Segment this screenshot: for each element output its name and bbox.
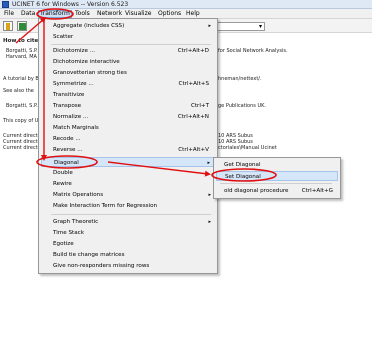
menu-item-recode[interactable]: Recode ... — [41, 134, 215, 144]
menu-item-label: Match Marginals — [53, 125, 99, 131]
menu-item-reverse[interactable]: Reverse ... Ctrl+Alt+V — [41, 145, 215, 155]
menu-item-match-marginals[interactable]: Match Marginals — [41, 123, 215, 133]
menu-item-label: Transpose — [53, 103, 82, 109]
menu-item-dichotomize[interactable]: Dichotomize ... Ctrl+Alt+D — [41, 46, 215, 56]
log-line: See also the — [3, 88, 34, 94]
log-line: A tutorial by B — [3, 76, 39, 82]
menu-item-label: Get Diagonal — [224, 162, 261, 168]
submenu-arrow-icon: ▸ — [208, 192, 211, 198]
menu-item-label: Make Interaction Term for Regression — [53, 203, 158, 209]
menu-item-label: Scatter — [53, 34, 74, 40]
menu-item-diagonal[interactable]: Diagonal ▸ — [41, 157, 215, 167]
menu-shortcut: Ctrl+Alt+G — [301, 188, 333, 194]
menu-shortcut: Ctrl+T — [190, 103, 209, 109]
log-line: Current directo — [3, 145, 41, 151]
log-line: This copy of U — [3, 118, 39, 124]
menu-item-label: old diagonal procedure — [224, 188, 289, 194]
menu-item-label: Aggregate (includes CSS) — [53, 23, 125, 29]
menu-item-label: Dichotomize ... — [53, 48, 96, 54]
menu-visualize[interactable]: Visualize — [124, 10, 152, 18]
menu-shortcut: Ctrl+Alt+S — [178, 81, 209, 87]
menu-item-transpose[interactable]: Transpose Ctrl+T — [41, 101, 215, 111]
open-file-icon[interactable] — [3, 21, 13, 31]
menu-shortcut: Ctrl+Alt+N — [177, 114, 209, 120]
title-bar: UCINET 6 for Windows -- Version 6.523 — [0, 0, 372, 9]
menu-item-non-responders[interactable]: Give non-responders missing rows — [41, 261, 215, 271]
menu-file[interactable]: File — [3, 10, 15, 18]
menu-item-label: Graph Theoretic — [53, 219, 99, 225]
menu-item-label: Diagonal — [54, 160, 79, 166]
menu-data[interactable]: Data — [20, 10, 36, 18]
menu-item-matrix-operations[interactable]: Matrix Operations ▸ — [41, 190, 215, 200]
menu-item-symmetrize[interactable]: Symmetrize ... Ctrl+Alt+S — [41, 79, 215, 89]
menu-item-label: Transitivize — [53, 92, 85, 98]
menu-item-interaction-term[interactable]: Make Interaction Term for Regression — [41, 201, 215, 211]
log-line: Harvard, MA — [6, 54, 37, 60]
menu-tools[interactable]: Tools — [74, 10, 91, 18]
submenu-arrow-icon: ▸ — [208, 219, 211, 225]
menu-item-set-diagonal[interactable]: Set Diagonal — [216, 171, 338, 181]
menu-item-transitivize[interactable]: Transitivize — [41, 90, 215, 100]
chevron-down-icon[interactable]: ▾ — [259, 24, 262, 30]
log-line: hneman/nettext/. — [218, 76, 262, 82]
menu-separator — [51, 44, 211, 45]
ucinet-window: UCINET 6 for Windows -- Version 6.523 Fi… — [0, 0, 372, 352]
menu-item-label: Rewire — [53, 181, 72, 187]
menu-item-label: Give non-responders missing rows — [53, 263, 150, 269]
menu-item-label: Double — [53, 170, 73, 176]
menu-item-get-diagonal[interactable]: Get Diagonal — [216, 160, 338, 170]
menu-item-build-tie-change[interactable]: Build tie change matrices — [41, 250, 215, 260]
diagonal-submenu: Get Diagonal Set Diagonal old diagonal p… — [213, 157, 341, 199]
menu-item-label: Set Diagonal — [225, 174, 261, 180]
menu-item-scatter[interactable]: Scatter — [41, 32, 215, 42]
menu-item-label: Normalize ... — [53, 114, 89, 120]
menu-shortcut: Ctrl+Alt+V — [178, 147, 209, 153]
menu-item-old-diagonal[interactable]: old diagonal procedure Ctrl+Alt+G — [216, 186, 338, 196]
menu-options[interactable]: Options — [157, 10, 182, 18]
window-title: UCINET 6 for Windows -- Version 6.523 — [12, 1, 129, 8]
menu-item-rewire[interactable]: Rewire — [41, 179, 215, 189]
menu-help[interactable]: Help — [185, 10, 201, 18]
menu-item-label: Build tie change matrices — [53, 252, 125, 258]
menu-item-label: Symmetrize ... — [53, 81, 94, 87]
menu-separator — [51, 214, 211, 215]
log-line: ctoriales\Manual Ucinet — [218, 145, 277, 151]
menu-network[interactable]: Network — [96, 10, 123, 18]
menu-separator — [220, 183, 332, 184]
menu-item-label: Matrix Operations — [53, 192, 104, 198]
log-line: for Social Network Analysis. — [218, 48, 288, 54]
app-icon — [2, 1, 9, 8]
menu-item-label: Recode ... — [53, 136, 81, 142]
menu-item-label: Granovetterian strong ties — [53, 70, 127, 76]
menu-item-label: Reverse ... — [53, 147, 83, 153]
submenu-arrow-icon: ▸ — [208, 23, 211, 29]
menu-shortcut: Ctrl+Alt+D — [177, 48, 209, 54]
menu-item-aggregate[interactable]: Aggregate (includes CSS) ▸ — [41, 21, 215, 31]
menu-item-label: Egotize — [53, 241, 74, 247]
menu-item-time-stack[interactable]: Time Stack — [41, 228, 215, 238]
log-line: Borgatti, S.P. — [6, 103, 38, 109]
menu-item-dichotomize-interactive[interactable]: Dichotomize interactive — [41, 57, 215, 67]
menu-item-graph-theoretic[interactable]: Graph Theoretic ▸ — [41, 217, 215, 227]
menu-item-normalize[interactable]: Normalize ... Ctrl+Alt+N — [41, 112, 215, 122]
log-line: ge Publications UK. — [218, 103, 267, 109]
menu-item-double[interactable]: Double — [41, 168, 215, 178]
menu-item-granovetterian[interactable]: Granovetterian strong ties — [41, 68, 215, 78]
menu-item-egotize[interactable]: Egotize — [41, 239, 215, 249]
spreadsheet-icon[interactable] — [17, 21, 27, 31]
menu-transform[interactable]: Transform — [38, 10, 72, 18]
menu-item-label: Dichotomize interactive — [53, 59, 120, 65]
how-to-cite-heading: How to cite — [3, 38, 39, 44]
submenu-arrow-icon: ▸ — [207, 160, 210, 166]
transform-menu: Aggregate (includes CSS) ▸ Scatter Dicho… — [38, 18, 218, 274]
menu-item-label: Time Stack — [53, 230, 84, 236]
